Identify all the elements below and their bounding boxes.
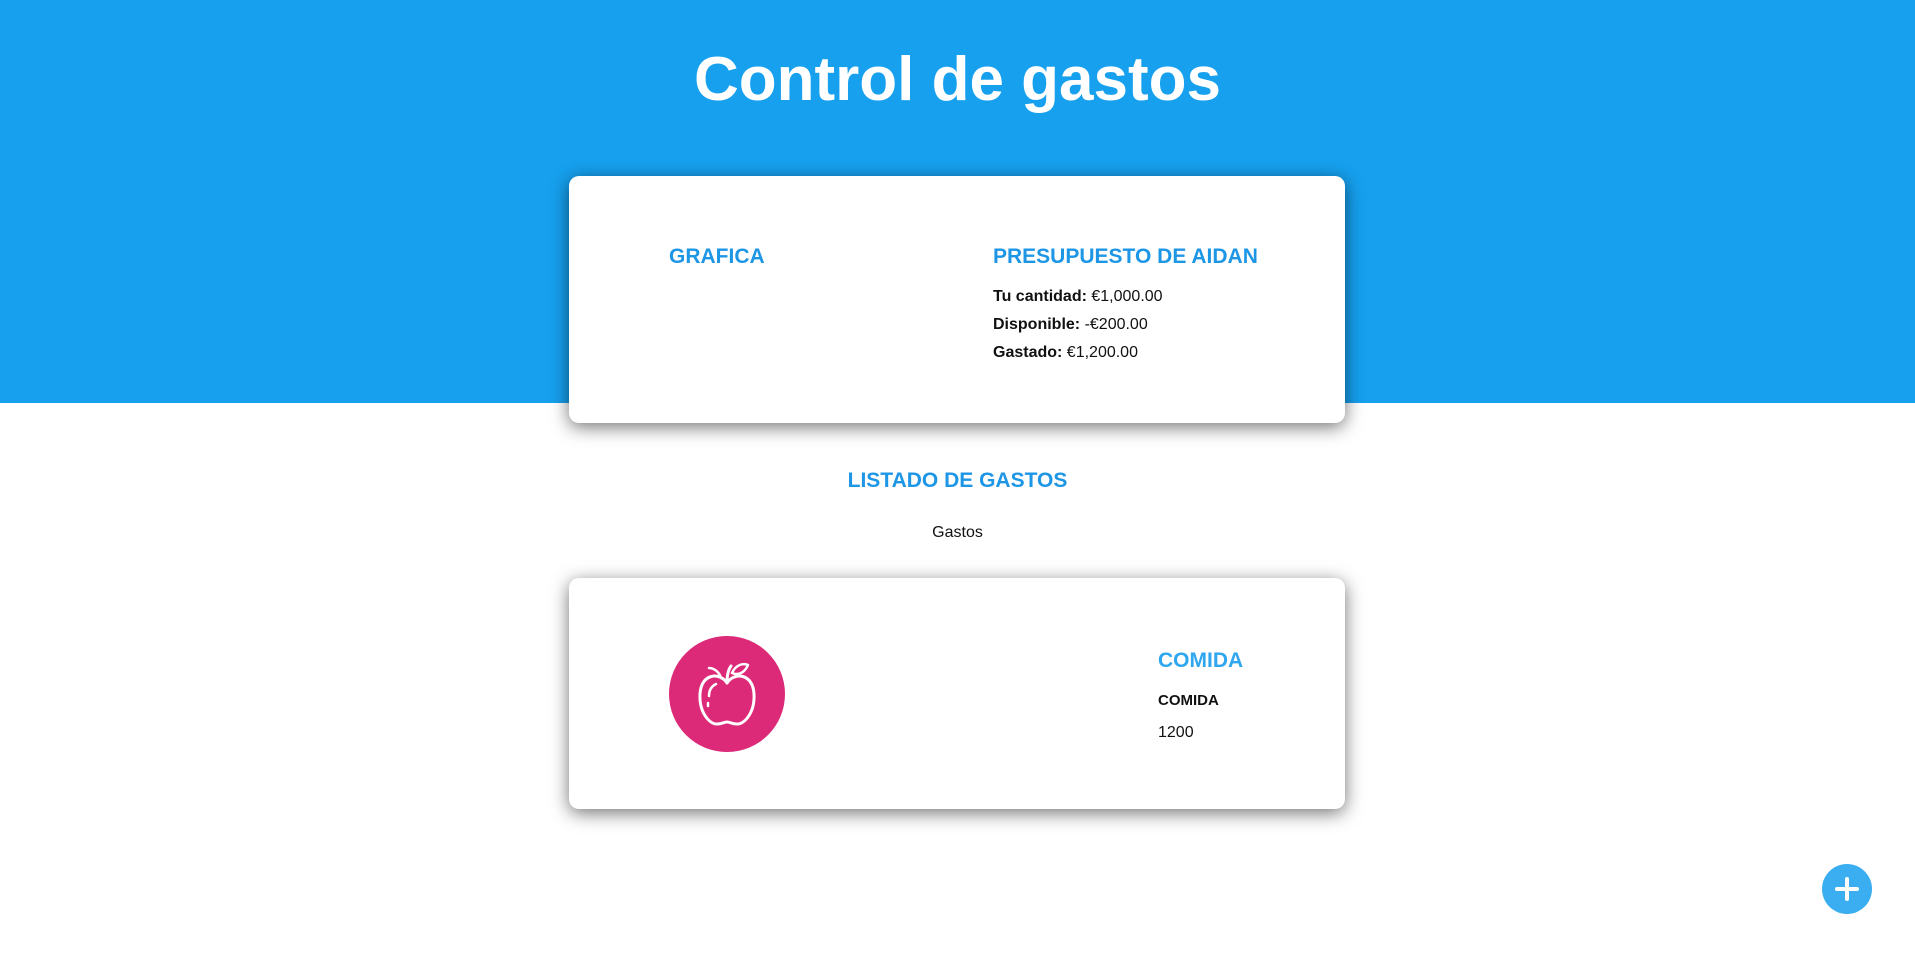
- add-expense-button[interactable]: [1822, 864, 1872, 914]
- budget-total-line: Tu cantidad: €1,000.00: [993, 287, 1163, 307]
- budget-available-value: -€200.00: [1084, 316, 1148, 333]
- budget-heading: PRESUPUESTO DE AIDAN: [993, 245, 1258, 268]
- budget-spent-label: Gastado:: [993, 344, 1063, 361]
- apple-icon: [669, 636, 785, 752]
- budget-total-label: Tu cantidad:: [993, 288, 1087, 305]
- chart-heading: GRAFICA: [669, 245, 765, 268]
- expense-category: COMIDA: [1158, 649, 1244, 672]
- expense-name: COMIDA: [1158, 692, 1219, 709]
- page-title: Control de gastos: [693, 45, 1222, 114]
- expense-amount: 1200: [1158, 724, 1194, 741]
- budget-available-line: Disponible: -€200.00: [993, 315, 1148, 335]
- expense-list-heading: LISTADO DE GASTOS: [847, 469, 1068, 492]
- budget-available-label: Disponible:: [993, 316, 1081, 333]
- expense-list-subtitle: Gastos: [932, 524, 983, 541]
- budget-card: GRAFICA PRESUPUESTO DE AIDAN Tu cantidad…: [569, 176, 1345, 423]
- plus-icon: [1835, 877, 1859, 901]
- expense-item-card[interactable]: COMIDA COMIDA 1200: [569, 578, 1345, 809]
- budget-spent-value: €1,200.00: [1066, 344, 1138, 361]
- budget-spent-line: Gastado: €1,200.00: [993, 343, 1138, 363]
- budget-total-value: €1,000.00: [1091, 288, 1163, 305]
